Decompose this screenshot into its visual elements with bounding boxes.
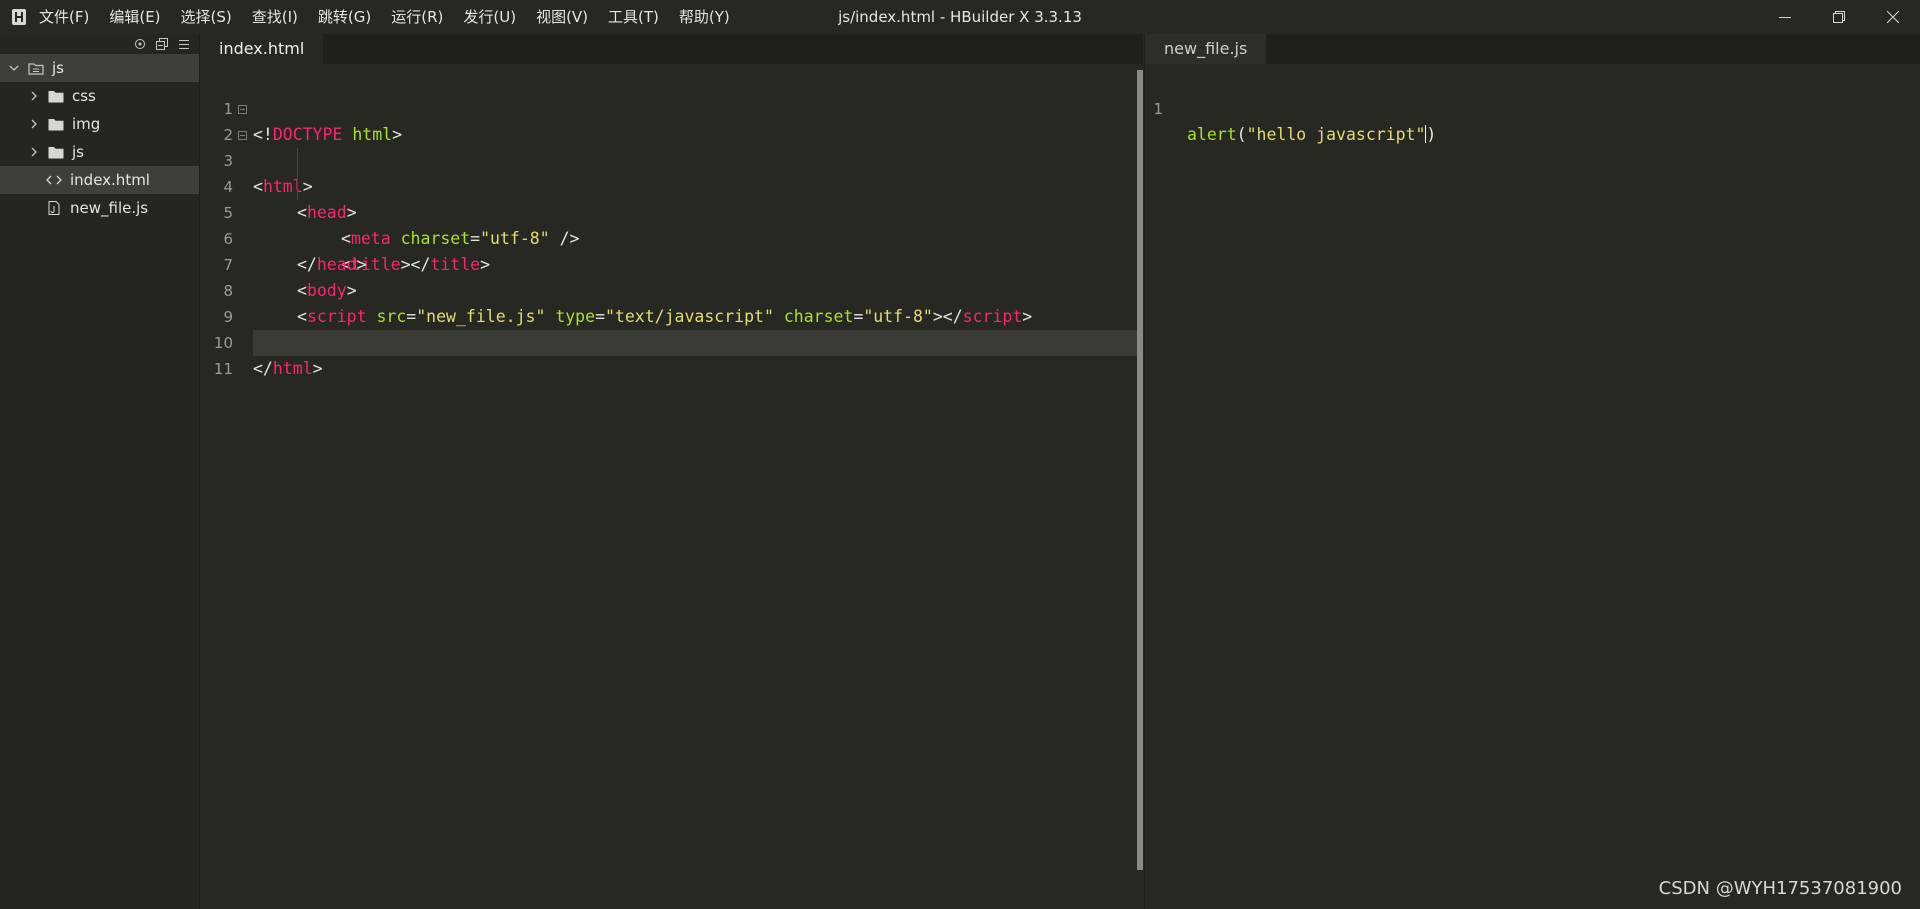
code-editor-right[interactable]: 1 alert("hello javascript") (1145, 70, 1920, 144)
tree-item-new-file-js[interactable]: new_file.js (0, 194, 199, 222)
menu-view[interactable]: 视图(V) (526, 0, 598, 34)
tree-label: new_file.js (70, 199, 149, 217)
current-line: 11 (214, 330, 1143, 378)
line-number: 11 (213, 360, 233, 378)
html-file-icon (46, 173, 62, 187)
collapse-all-icon[interactable] (155, 37, 169, 51)
watermark: CSDN @WYH17537081900 (1658, 878, 1902, 899)
tree-item-img[interactable]: img (0, 110, 199, 138)
menu-find[interactable]: 查找(I) (242, 0, 308, 34)
code-line: 8 <script src="new_file.js" type="text/j… (200, 252, 1143, 326)
chevron-right-icon[interactable] (28, 118, 40, 130)
title-bar: 文件(F) 编辑(E) 选择(S) 查找(I) 跳转(G) 运行(R) 发行(U… (0, 0, 1920, 34)
chevron-right-icon[interactable] (28, 146, 40, 158)
folder-icon (48, 117, 64, 131)
window-title: js/index.html - HBuilder X 3.3.13 (838, 8, 1082, 26)
code-line: 10 </html> (200, 304, 1143, 378)
tree-label: js (52, 59, 64, 77)
editor-pane-left: index.html 1 <!DOCTYPE html> 2 <html> 3 … (200, 34, 1143, 909)
tree-item-js[interactable]: js (0, 138, 199, 166)
menu-publish[interactable]: 发行(U) (453, 0, 526, 34)
tree-label: img (72, 115, 101, 133)
code-line: 3 <head> (200, 122, 1143, 222)
code-line: 5 <title></title> (200, 174, 1143, 274)
restore-button[interactable] (1812, 0, 1866, 34)
code-line: 1 alert("hello javascript") (1145, 70, 1920, 144)
vertical-scrollbar[interactable] (1137, 70, 1143, 870)
menu-file[interactable]: 文件(F) (38, 0, 99, 34)
fold-icon[interactable] (237, 96, 247, 122)
code-line: 9 </body> (200, 278, 1143, 352)
tab-index-html[interactable]: index.html (200, 34, 324, 64)
line-number: 1 (1153, 100, 1163, 118)
folder-icon (48, 145, 64, 159)
tab-new-file-js[interactable]: new_file.js (1145, 34, 1267, 64)
tree-item-index-html[interactable]: index.html (0, 166, 199, 194)
close-button[interactable] (1866, 0, 1920, 34)
tab-bar-left: index.html (200, 34, 1143, 64)
code-token: ( (1236, 125, 1247, 144)
code-token: alert (1187, 125, 1237, 144)
minimize-button[interactable] (1758, 0, 1812, 34)
code-line: 7 <body> (200, 226, 1143, 300)
tab-bar-right: new_file.js (1145, 34, 1920, 64)
menu-edit[interactable]: 编辑(E) (99, 0, 170, 34)
js-file-icon (46, 201, 62, 215)
chevron-down-icon[interactable] (8, 62, 20, 74)
menu-select[interactable]: 选择(S) (171, 0, 242, 34)
code-editor-left[interactable]: 1 <!DOCTYPE html> 2 <html> 3 <head> 4 <m… (200, 70, 1143, 378)
close-icon (1887, 11, 1899, 23)
tree-root-js[interactable]: js (0, 54, 199, 82)
fold-icon[interactable] (237, 122, 247, 148)
indent-guide (297, 148, 298, 174)
code-token: > (312, 359, 323, 378)
chevron-right-icon[interactable] (28, 90, 40, 102)
line-number: 10 (213, 334, 233, 352)
menu-help[interactable]: 帮助(Y) (669, 0, 740, 34)
indent-guide (297, 174, 298, 200)
locate-icon[interactable] (133, 37, 147, 51)
tree-label: css (72, 87, 96, 105)
tree-label: js (72, 143, 84, 161)
code-token: ) (1426, 125, 1437, 144)
editor-pane-right: new_file.js 1 alert("hello javascript") (1144, 34, 1920, 909)
explorer-toolbar (0, 34, 199, 54)
code-line: 1 <!DOCTYPE html> (200, 70, 1143, 144)
code-token: "hello javascript" (1246, 125, 1426, 144)
hbuilder-logo-icon[interactable] (11, 8, 27, 26)
folder-icon (48, 89, 64, 103)
menu-tools[interactable]: 工具(T) (598, 0, 669, 34)
code-line: 6 </head> (200, 200, 1143, 274)
restore-icon (1833, 11, 1845, 23)
menu-run[interactable]: 运行(R) (381, 0, 453, 34)
menu-bar: 文件(F) 编辑(E) 选择(S) 查找(I) 跳转(G) 运行(R) 发行(U… (38, 0, 740, 34)
project-folder-icon (28, 61, 44, 75)
tree-label: index.html (70, 171, 150, 189)
menu-icon[interactable] (177, 37, 191, 51)
code-line: 2 <html> (200, 96, 1143, 196)
window-controls (1758, 0, 1920, 34)
project-explorer: js css img js index.html new_file.js (0, 34, 200, 909)
minimize-icon (1779, 17, 1791, 18)
menu-goto[interactable]: 跳转(G) (308, 0, 381, 34)
code-line: 4 <meta charset="utf-8" /> (200, 148, 1143, 248)
tree-item-css[interactable]: css (0, 82, 199, 110)
